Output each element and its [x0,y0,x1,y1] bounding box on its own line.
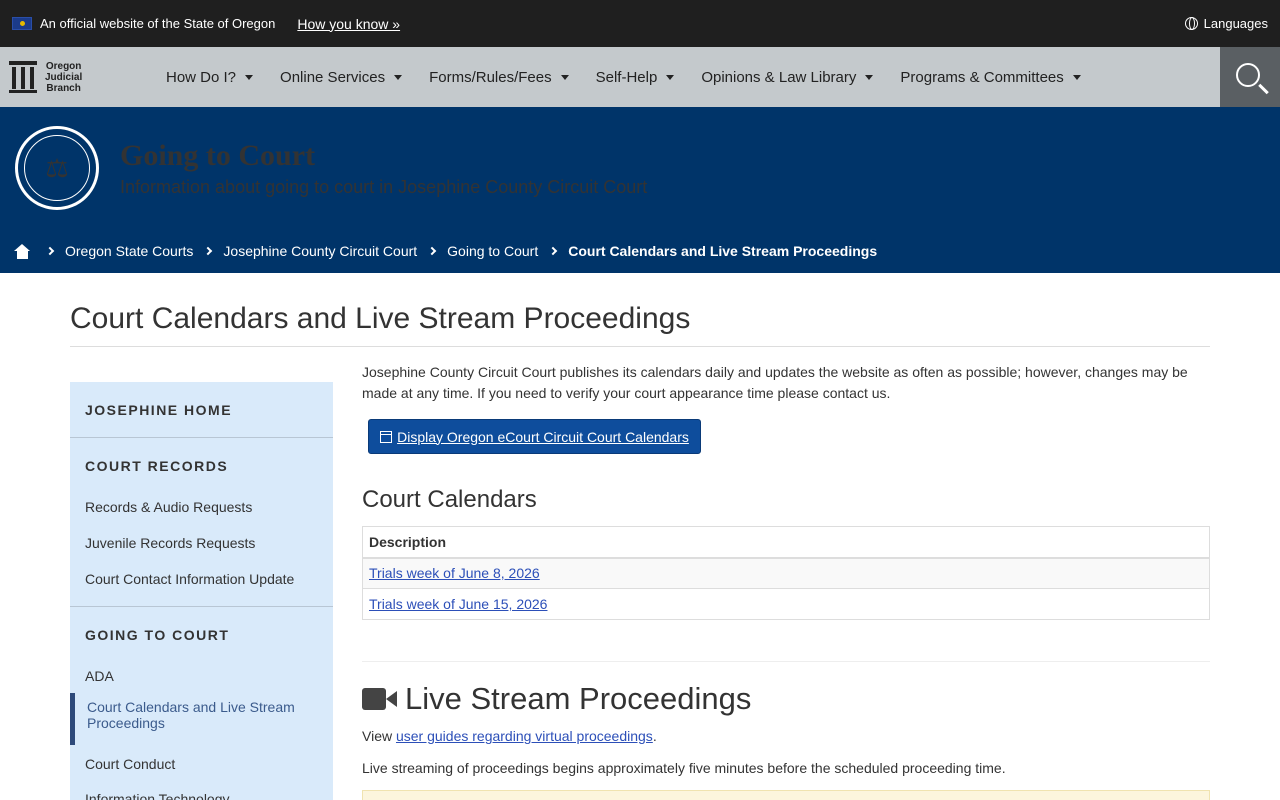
official-website-text: An official website of the State of Oreg… [40,16,276,31]
table-row: Trials week of June 8, 2026 [362,557,1210,589]
ojd-logo[interactable]: Oregon Judicial Branch [0,47,166,107]
nav-opinions-law-library[interactable]: Opinions & Law Library [701,69,874,86]
court-calendars-heading: Court Calendars [362,486,537,513]
scales-of-justice-icon: ⚖ [24,135,90,201]
nav-self-help[interactable]: Self-Help [596,69,675,86]
chevron-right-icon [548,246,558,256]
chevron-right-icon [204,246,213,256]
sidebar-section-court-records[interactable]: COURT RECORDS [70,458,228,474]
sidebar-item-ada[interactable]: ADA [70,668,114,684]
live-stream-heading: Live Stream Proceedings [362,681,751,717]
chevron-right-icon [427,246,437,256]
breadcrumb-current: Court Calendars and Live Stream Proceedi… [568,243,878,259]
nav-programs-committees[interactable]: Programs & Committees [900,69,1081,86]
breadcrumb-oregon-state-courts[interactable]: Oregon State Courts [65,243,193,259]
search-icon [1236,63,1260,87]
page-title: Court Calendars and Live Stream Proceedi… [70,302,691,335]
table-header-description: Description [362,526,1210,559]
main-nav: Oregon Judicial Branch How Do I? Online … [0,47,1280,107]
globe-icon [1184,17,1198,30]
caret-down-icon [1072,74,1081,80]
user-guides-paragraph: View user guides regarding virtual proce… [362,728,657,744]
courthouse-pillars-icon [9,61,37,93]
nav-online-services[interactable]: Online Services [280,69,403,86]
logo-text: Oregon Judicial Branch [45,60,83,94]
calendar-link-june-15[interactable]: Trials week of June 15, 2026 [369,596,547,612]
sidebar-divider [70,437,333,438]
sidebar-item-juvenile-records[interactable]: Juvenile Records Requests [70,535,255,551]
caret-down-icon [245,74,254,80]
calendar-link-june-8[interactable]: Trials week of June 8, 2026 [369,565,540,581]
breadcrumb-josephine-county[interactable]: Josephine County Circuit Court [223,243,417,259]
table-row: Trials week of June 15, 2026 [362,588,1210,620]
caret-down-icon [666,74,675,80]
sidebar-section-going-to-court[interactable]: GOING TO COURT [70,627,229,643]
breadcrumb: Oregon State Courts Josephine County Cir… [14,243,877,259]
hero-title: Going to Court [120,139,315,172]
caret-down-icon [394,74,403,80]
video-camera-icon [362,688,397,710]
search-button[interactable] [1220,47,1280,107]
languages-label: Languages [1203,16,1268,31]
judicial-department-seal: ⚖ [15,126,99,210]
hero-subtitle: Information about going to court in Jose… [120,177,648,197]
oregon-flag-icon [12,17,32,30]
calendar-icon [380,430,393,443]
section-divider [362,661,1210,662]
nav-how-do-i[interactable]: How Do I? [166,69,254,86]
caret-down-icon [560,74,569,80]
caret-down-icon [865,74,874,80]
how-you-know-link[interactable]: How you know » [297,16,400,32]
breadcrumb-going-to-court[interactable]: Going to Court [447,243,538,259]
display-ecourt-calendars-button[interactable]: Display Oregon eCourt Circuit Court Cale… [368,419,701,454]
user-guides-link[interactable]: user guides regarding virtual proceeding… [396,728,653,744]
intro-paragraph: Josephine County Circuit Court publishes… [362,364,1188,401]
sidebar-item-information-technology[interactable]: Information Technology [70,791,230,800]
notice-box [362,790,1210,800]
sidebar-nav: JOSEPHINE HOME COURT RECORDS Records & A… [70,382,333,800]
title-divider [70,346,1210,347]
chevron-right-icon [45,246,55,256]
sidebar-item-court-calendars-active[interactable]: Court Calendars and Live Stream Proceedi… [70,693,333,745]
main-content: Josephine County Circuit Court publishes… [362,362,1210,800]
home-icon[interactable] [14,243,31,259]
official-banner: An official website of the State of Oreg… [0,0,1280,47]
sidebar-item-court-conduct[interactable]: Court Conduct [70,756,175,772]
sidebar-divider [70,606,333,607]
court-calendars-table: Description Trials week of June 8, 2026 … [362,526,1210,620]
languages-button[interactable]: Languages [1184,16,1268,31]
sidebar-josephine-home[interactable]: JOSEPHINE HOME [70,402,232,418]
nav-forms-rules-fees[interactable]: Forms/Rules/Fees [429,69,569,86]
sidebar-item-contact-update[interactable]: Court Contact Information Update [70,571,294,587]
sidebar-item-records-audio[interactable]: Records & Audio Requests [70,499,252,515]
live-stream-info: Live streaming of proceedings begins app… [362,760,1006,776]
